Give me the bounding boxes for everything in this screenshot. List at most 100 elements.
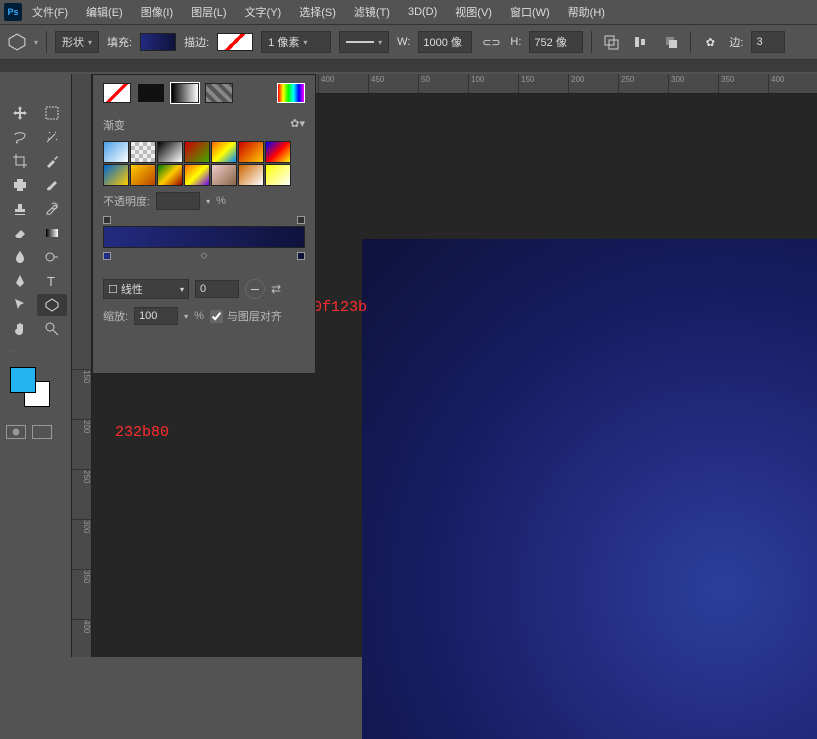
type-tool[interactable]: T xyxy=(37,270,67,292)
move-tool[interactable] xyxy=(5,102,35,124)
stroke-line-icon xyxy=(346,41,374,43)
menu-view[interactable]: 视图(V) xyxy=(447,0,500,24)
gradient-preset[interactable] xyxy=(157,164,183,186)
ruler-tick: 250 xyxy=(72,469,91,519)
stroke-width-select[interactable]: 1 像素 ▾ xyxy=(261,31,331,53)
shape-tool[interactable] xyxy=(37,294,67,316)
hand-tool[interactable] xyxy=(5,318,35,340)
menu-bar: Ps 文件(F) 编辑(E) 图像(I) 图层(L) 文字(Y) 选择(S) 滤… xyxy=(0,0,817,24)
stamp-tool[interactable] xyxy=(5,198,35,220)
fill-none-swatch[interactable] xyxy=(103,83,131,103)
fill-gradient-swatch[interactable] xyxy=(171,83,199,103)
blur-tool[interactable] xyxy=(5,246,35,268)
gradient-preset[interactable] xyxy=(265,164,291,186)
workspace: T ⋯ 150 200 250 300 350 400 400 450 50 1… xyxy=(0,74,817,657)
separator xyxy=(46,31,47,53)
marquee-tool[interactable] xyxy=(37,102,67,124)
color-stop[interactable] xyxy=(297,252,305,260)
gradient-preset[interactable] xyxy=(211,141,237,163)
gradient-preset[interactable] xyxy=(130,141,156,163)
opacity-stop[interactable] xyxy=(297,216,305,224)
ruler-tick: 100 xyxy=(468,74,518,93)
align-checkbox[interactable]: 与图层对齐 xyxy=(210,308,282,324)
pathops-icon[interactable] xyxy=(600,31,622,53)
percent-label: % xyxy=(216,195,226,207)
edge-input[interactable] xyxy=(751,31,785,53)
opacity-stop[interactable] xyxy=(103,216,111,224)
fill-pattern-swatch[interactable] xyxy=(205,83,233,103)
gradient-preset[interactable] xyxy=(265,141,291,163)
lasso-tool[interactable] xyxy=(5,126,35,148)
gradient-preset[interactable] xyxy=(103,164,129,186)
menu-image[interactable]: 图像(I) xyxy=(133,0,181,24)
opacity-input[interactable] xyxy=(156,192,200,210)
ruler-tick: 150 xyxy=(72,369,91,419)
color-picker-swatch[interactable] xyxy=(277,83,305,103)
angle-dial[interactable] xyxy=(245,279,265,299)
brush-tool[interactable] xyxy=(37,174,67,196)
ruler-tick: 200 xyxy=(72,419,91,469)
document-tabs xyxy=(0,60,817,72)
menu-edit[interactable]: 编辑(E) xyxy=(78,0,131,24)
ruler-tick: 350 xyxy=(72,569,91,619)
gradient-preset[interactable] xyxy=(130,164,156,186)
menu-window[interactable]: 窗口(W) xyxy=(502,0,558,24)
gradient-preset[interactable] xyxy=(157,141,183,163)
gradient-tool[interactable] xyxy=(37,222,67,244)
gradient-preset[interactable] xyxy=(211,164,237,186)
ruler-tick: 150 xyxy=(518,74,568,93)
menu-help[interactable]: 帮助(H) xyxy=(560,0,613,24)
opacity-label: 不透明度: xyxy=(103,193,150,209)
ruler-tick: 400 xyxy=(768,74,817,93)
link-icon[interactable]: ⊂⊃ xyxy=(480,31,502,53)
path-select-tool[interactable] xyxy=(5,294,35,316)
scale-input[interactable] xyxy=(134,307,178,325)
svg-text:T: T xyxy=(47,274,55,289)
menu-filter[interactable]: 滤镜(T) xyxy=(346,0,398,24)
stroke-width-value: 1 像素 xyxy=(268,34,299,50)
fill-swatch[interactable] xyxy=(140,33,176,51)
menu-select[interactable]: 选择(S) xyxy=(291,0,344,24)
quickmask-icon[interactable] xyxy=(6,425,26,439)
color-picker xyxy=(0,357,71,417)
height-input[interactable] xyxy=(529,31,583,53)
gradient-preset[interactable] xyxy=(103,141,129,163)
gradient-preset[interactable] xyxy=(238,141,264,163)
width-input[interactable] xyxy=(418,31,472,53)
eyedropper-tool[interactable] xyxy=(37,150,67,172)
fill-solid-swatch[interactable] xyxy=(137,83,165,103)
shape-mode-select[interactable]: 形状 ▾ xyxy=(55,31,99,53)
menu-type[interactable]: 文字(Y) xyxy=(237,0,290,24)
gradient-preset[interactable] xyxy=(184,164,210,186)
foreground-color-swatch[interactable] xyxy=(10,367,36,393)
align-icon[interactable] xyxy=(630,31,652,53)
menu-file[interactable]: 文件(F) xyxy=(24,0,76,24)
polygon-tool-icon[interactable] xyxy=(8,33,26,51)
gradient-fill-panel: 渐变 ✿▾ 不透明度: ▾ % xyxy=(92,74,316,374)
crop-tool[interactable] xyxy=(5,150,35,172)
menu-3d[interactable]: 3D(D) xyxy=(400,2,445,22)
reverse-icon[interactable]: ⇄ xyxy=(271,282,281,296)
magic-wand-tool[interactable] xyxy=(37,126,67,148)
gear-icon[interactable]: ✿ xyxy=(699,31,721,53)
eraser-tool[interactable] xyxy=(5,222,35,244)
stroke-swatch[interactable] xyxy=(217,33,253,51)
menu-layer[interactable]: 图层(L) xyxy=(183,0,234,24)
angle-input[interactable] xyxy=(195,280,239,298)
gradient-type-select[interactable]: ☐ 线性 ▾ xyxy=(103,279,189,299)
gradient-preset[interactable] xyxy=(238,164,264,186)
gear-icon[interactable]: ✿▾ xyxy=(290,117,305,133)
ruler-tick: 450 xyxy=(368,74,418,93)
pen-tool[interactable] xyxy=(5,270,35,292)
screenmode-icon[interactable] xyxy=(32,425,52,439)
tool-preset-caret[interactable]: ▾ xyxy=(34,38,38,47)
zoom-tool[interactable] xyxy=(37,318,67,340)
stroke-style-select[interactable]: ▾ xyxy=(339,31,389,53)
dodge-tool[interactable] xyxy=(37,246,67,268)
healing-tool[interactable] xyxy=(5,174,35,196)
history-brush-tool[interactable] xyxy=(37,198,67,220)
gradient-bar[interactable] xyxy=(103,226,305,248)
gradient-preset[interactable] xyxy=(184,141,210,163)
arrange-icon[interactable] xyxy=(660,31,682,53)
color-stop[interactable] xyxy=(103,252,111,260)
